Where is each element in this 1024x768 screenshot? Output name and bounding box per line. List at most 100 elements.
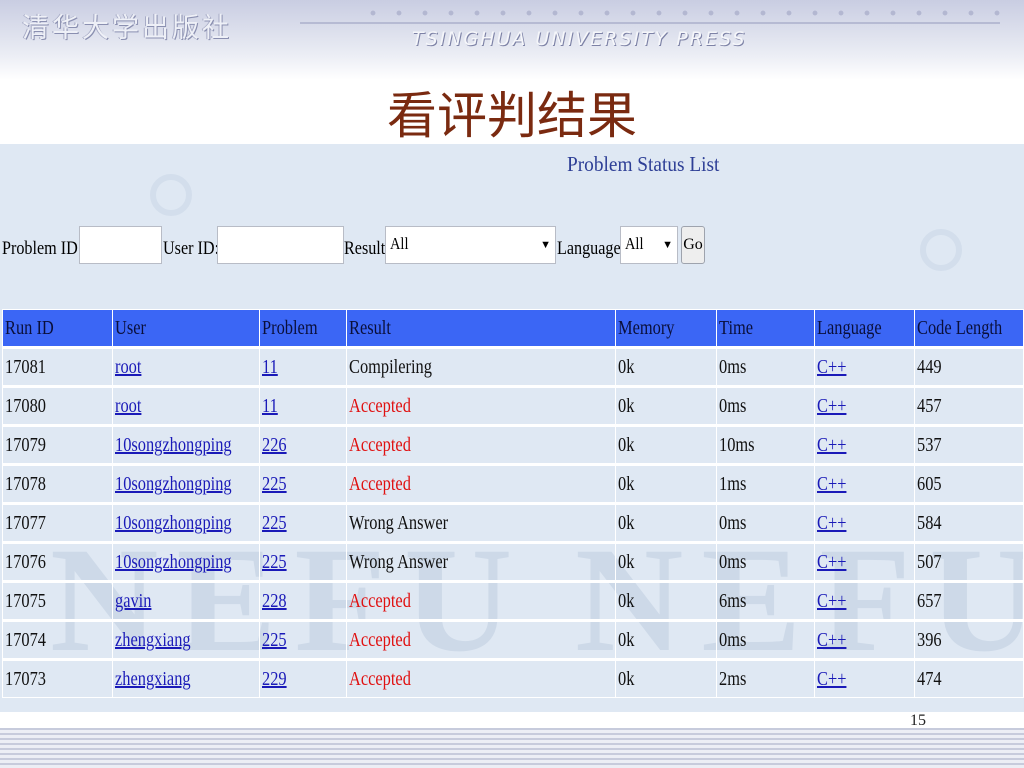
dropdown-arrow-icon: ▼ [662,239,673,251]
language-select[interactable]: All ▼ [620,226,678,264]
time-column: 10ms [715,424,815,465]
language-label: Language: [557,238,626,259]
language-link[interactable]: C++ [817,395,846,418]
problem-link[interactable]: 11 [262,356,278,379]
run-id-cell: 17073 [5,667,46,690]
run-id-column: 17081 [1,346,114,387]
language-link[interactable]: C++ [817,473,846,496]
status-page-screenshot: NEFU NEFU Problem Status List Problem ID… [0,144,1024,712]
problem-id-label: Problem ID: [2,238,83,259]
result-column: Wrong Answer [346,502,616,543]
time-cell: 0ms [718,628,747,651]
user-column: root [112,385,261,426]
user-link[interactable]: zhengxiang [115,629,191,652]
user-link[interactable]: 10songzhongping [115,434,232,457]
problem-link[interactable]: 11 [262,395,278,418]
column-header-result[interactable]: Result [346,309,616,348]
memory-cell: 0k [617,472,635,495]
language-link[interactable]: C++ [817,629,846,652]
language-column: C++ [813,463,916,504]
time-column: 6ms [715,580,815,621]
memory-column: 0k [614,580,717,621]
table-row: 17078 10songzhongping 225 Accepted 0k 1ms C++ 6… [1,463,1024,504]
problem-link[interactable]: 226 [262,434,287,457]
user-id-input[interactable] [217,226,344,264]
problem-link[interactable]: 228 [262,590,287,613]
result-cell: Wrong Answer [349,511,449,534]
dropdown-arrow-icon: ▼ [540,239,551,251]
result-column: Compilering [346,346,616,387]
run-id-column: 17076 [1,541,114,582]
language-link[interactable]: C++ [817,668,846,691]
column-header-run-id[interactable]: Run ID [1,309,114,348]
column-header-time[interactable]: Time [715,309,815,348]
language-link[interactable]: C++ [817,434,846,457]
result-cell: Accepted [349,628,412,651]
result-cell: Compilering [349,355,433,378]
result-cell: Accepted [349,589,412,612]
code-length-column: 584 [914,502,1024,543]
memory-cell: 0k [617,355,635,378]
banner-dot-pattern [360,8,1010,18]
code-length-cell: 457 [917,394,942,417]
user-link[interactable]: root [115,356,141,379]
column-header-user[interactable]: User [112,309,261,348]
problem-column: 229 [259,658,348,698]
language-column: C++ [813,502,916,543]
time-cell: 0ms [718,355,747,378]
user-link[interactable]: 10songzhongping [115,512,232,535]
memory-column: 0k [614,346,717,387]
watermark-logo-icon [920,229,962,271]
problem-link[interactable]: 225 [262,473,287,496]
run-id-column: 17074 [1,619,114,660]
code-length-cell: 474 [917,667,942,690]
language-link[interactable]: C++ [817,551,846,574]
problem-link[interactable]: 229 [262,668,287,691]
problem-link[interactable]: 225 [262,512,287,535]
problem-column: 225 [259,541,348,582]
problem-column: 11 [259,385,348,426]
memory-cell: 0k [617,628,635,651]
user-column: 10songzhongping [112,502,261,543]
column-header-language[interactable]: Language [813,309,916,348]
user-column: 10songzhongping [112,424,261,465]
run-id-column: 17080 [1,385,114,426]
result-column: Accepted [346,385,616,426]
column-header-memory[interactable]: Memory [614,309,717,348]
user-link[interactable]: 10songzhongping [115,473,232,496]
result-column: Accepted [346,424,616,465]
language-link[interactable]: C++ [817,356,846,379]
language-column: C++ [813,346,916,387]
result-cell: Accepted [349,433,412,456]
memory-column: 0k [614,541,717,582]
go-button[interactable]: Go [681,226,705,264]
user-link[interactable]: zhengxiang [115,668,191,691]
run-id-column: 17075 [1,580,114,621]
table-row: 17076 10songzhongping 225 Wrong Answer 0k 0ms… [1,541,1024,582]
memory-cell: 0k [617,589,635,612]
time-cell: 2ms [718,667,747,690]
user-link[interactable]: 10songzhongping [115,551,232,574]
result-cell: Accepted [349,394,412,417]
problem-link[interactable]: 225 [262,629,287,652]
result-select[interactable]: All ▼ [385,226,556,264]
language-column: C++ [813,580,916,621]
user-column: zhengxiang [112,619,261,660]
language-column: C++ [813,541,916,582]
time-cell: 10ms [718,433,755,456]
problem-link[interactable]: 225 [262,551,287,574]
column-header-code-length[interactable]: Code Length [914,309,1024,348]
run-id-cell: 17074 [5,628,46,651]
problem-column: 226 [259,424,348,465]
table-row: 17081 root 11 Compilering 0k 0ms C++ 449 [1,346,1024,387]
language-link[interactable]: C++ [817,512,846,535]
run-id-column: 17079 [1,424,114,465]
problem-id-input[interactable] [79,226,162,264]
user-link[interactable]: root [115,395,141,418]
user-link[interactable]: gavin [115,590,151,613]
memory-column: 0k [614,463,717,504]
problem-column: 225 [259,463,348,504]
language-link[interactable]: C++ [817,590,846,613]
table-row: 17074 zhengxiang 225 Accepted 0k 0ms C++ 396 [1,619,1024,660]
column-header-problem[interactable]: Problem [259,309,348,348]
